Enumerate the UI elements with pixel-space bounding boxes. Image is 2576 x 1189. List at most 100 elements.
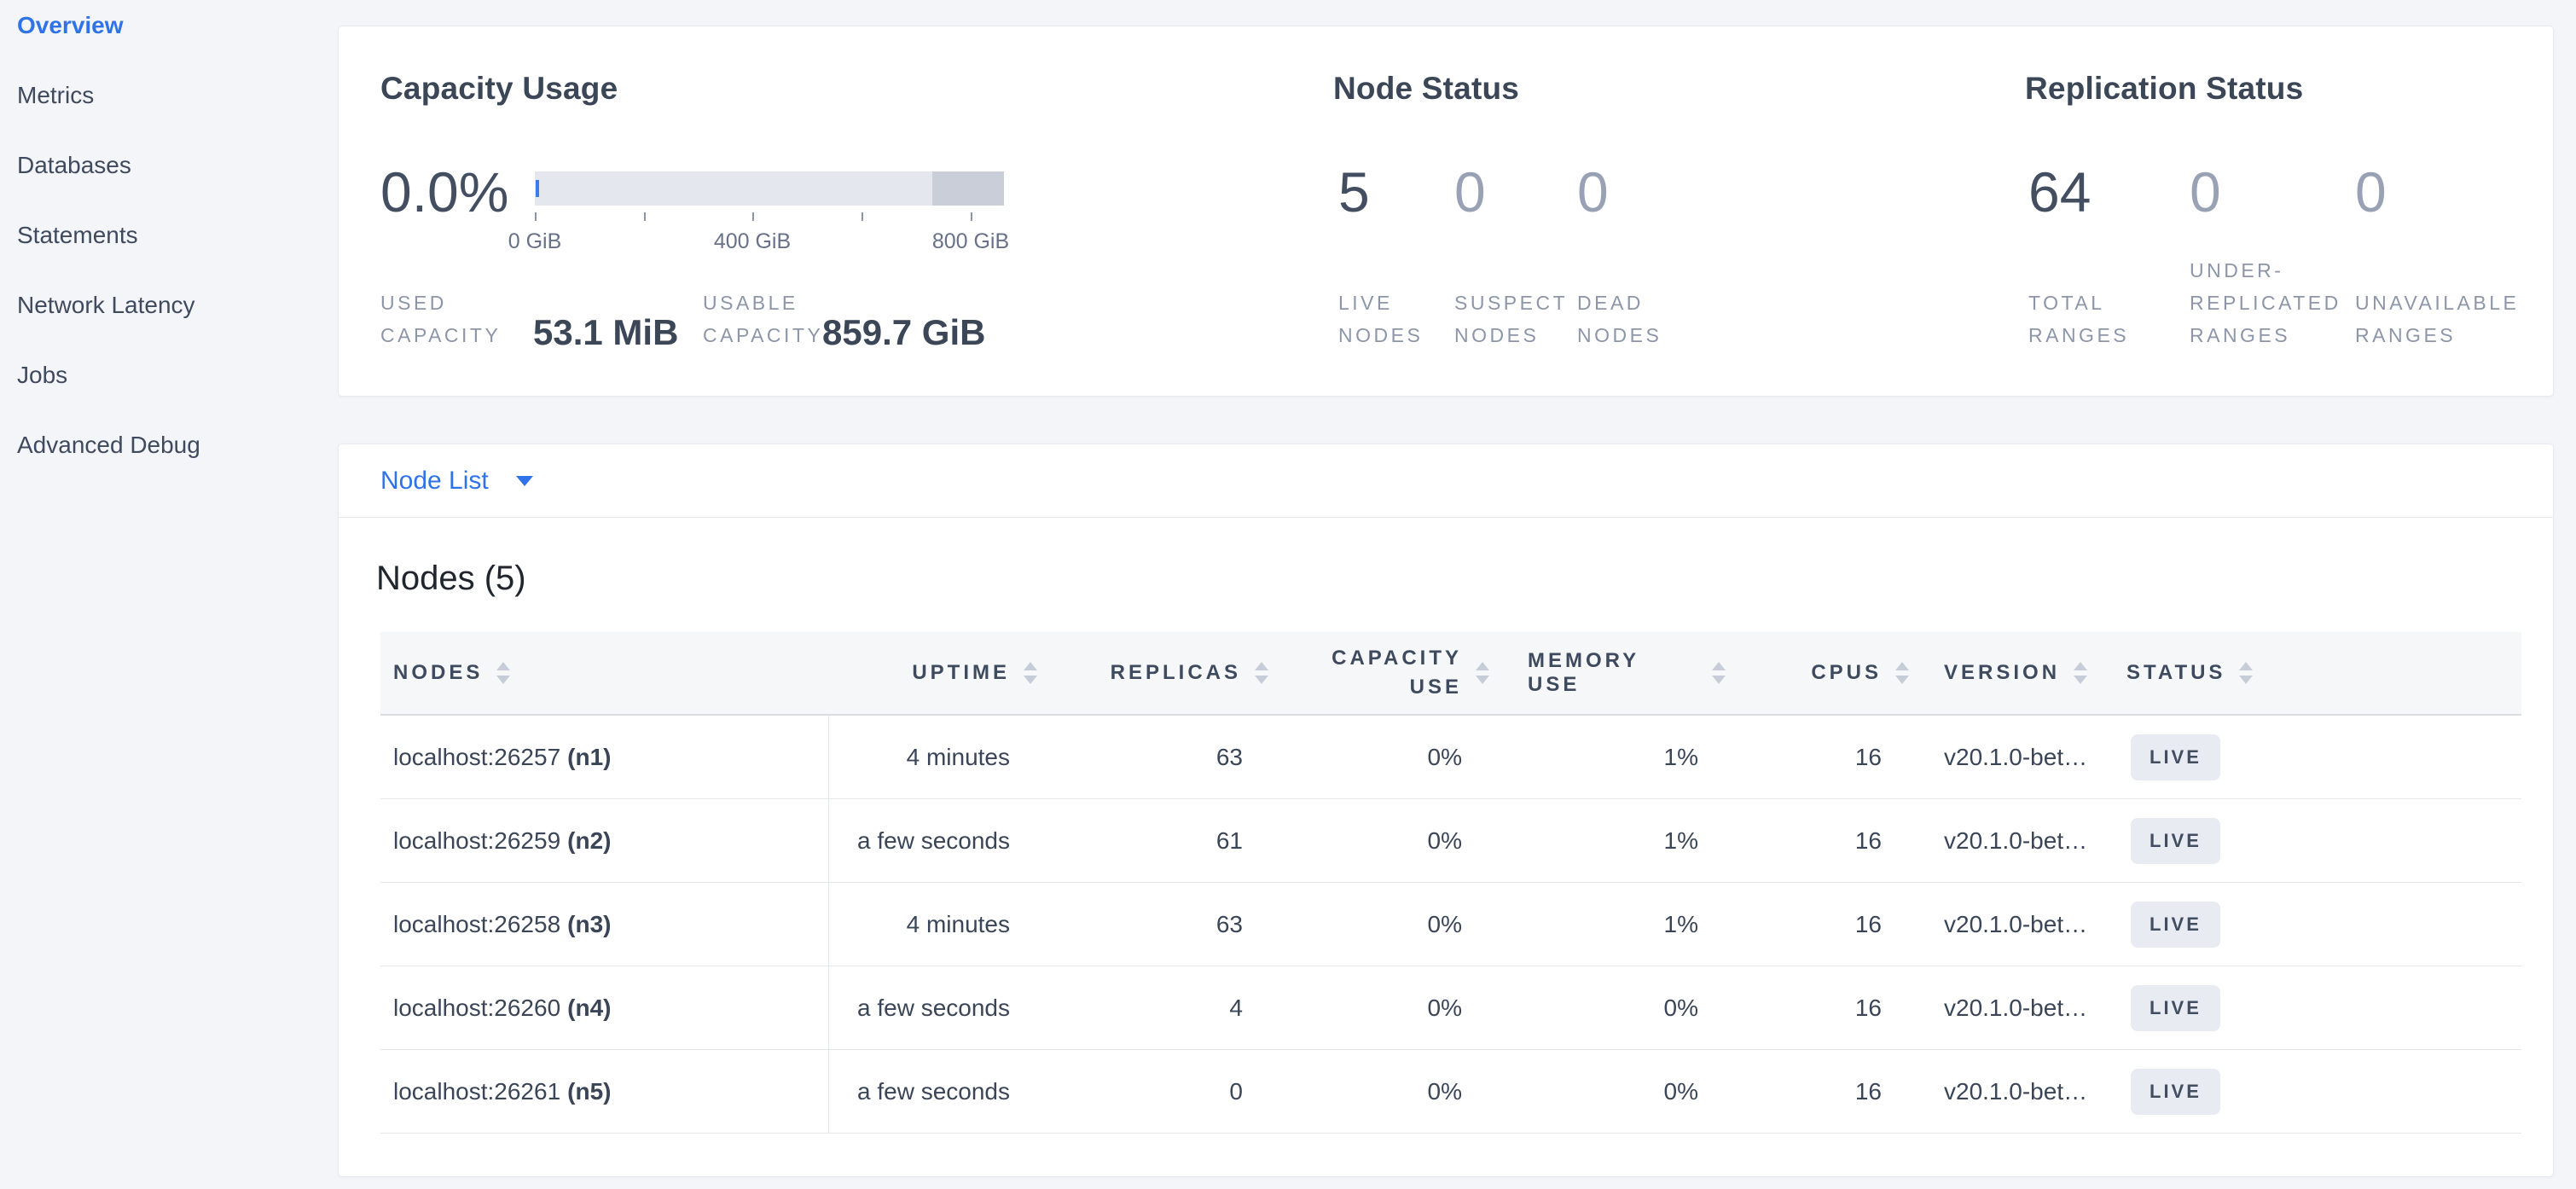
sort-up-arrow-icon — [1476, 662, 1489, 670]
sort-icon — [1255, 662, 1268, 684]
sort-up-arrow-icon — [1255, 662, 1268, 670]
sidebar-item-statements[interactable]: Statements — [0, 222, 338, 292]
node-address[interactable]: localhost:26259 — [393, 827, 560, 855]
sort-down-arrow-icon — [496, 676, 510, 684]
capacity-usage-bar — [535, 171, 1004, 206]
nodes-table: NODES UPTIME REPLICAS CAPACITY USEMEMORY US… — [380, 632, 2521, 1134]
capacity-axis-tick — [752, 212, 754, 221]
sort-icon — [1024, 662, 1037, 684]
sort-up-arrow-icon — [2239, 662, 2253, 670]
cell-memory-use: 1% — [1528, 716, 1760, 798]
cell-cpus: 16 — [1760, 1050, 1944, 1133]
status-badge: LIVE — [2131, 1069, 2220, 1115]
column-header-uptime[interactable]: UPTIME — [829, 632, 1037, 714]
cell-memory-use: 1% — [1528, 883, 1760, 966]
cell-cpus: 16 — [1760, 799, 1944, 882]
cell-version: v20.1.0-bet… — [1944, 1050, 2126, 1133]
sort-up-arrow-icon — [1712, 662, 1726, 670]
table-row[interactable]: localhost:26258(n3)4 minutes630%1%16v20.… — [380, 883, 2521, 966]
under-replicated-ranges-label: UNDER-REPLICATED RANGES — [2190, 254, 2352, 351]
column-header-label: REPLICAS — [1111, 661, 1241, 685]
sort-down-arrow-icon — [1255, 676, 1268, 684]
sidebar-item-jobs[interactable]: Jobs — [0, 362, 338, 432]
cell-memory-use: 0% — [1528, 1050, 1760, 1133]
capacity-axis-tick-label: 0 GiB — [475, 229, 595, 254]
node-id: (n1) — [567, 744, 611, 771]
capacity-axis-tick-label: 800 GiB — [911, 229, 1030, 254]
capacity-stat-value-used-capacity: 53.1 MiB — [533, 312, 678, 353]
cell-uptime: a few seconds — [829, 966, 1037, 1049]
column-header-cpus[interactable]: CPUS — [1760, 632, 1944, 714]
capacity-axis-tick — [971, 212, 972, 221]
sort-icon — [496, 662, 510, 684]
sidebar-item-metrics[interactable]: Metrics — [0, 82, 338, 152]
sort-down-arrow-icon — [1476, 676, 1489, 684]
node-address[interactable]: localhost:26257 — [393, 744, 560, 771]
node-address[interactable]: localhost:26258 — [393, 911, 560, 938]
sidebar-item-databases[interactable]: Databases — [0, 152, 338, 222]
replication-status-title: Replication Status — [2025, 71, 2303, 107]
sort-down-arrow-icon — [1895, 676, 1909, 684]
sidebar-item-overview[interactable]: Overview — [0, 12, 338, 82]
column-header-label: UPTIME — [912, 661, 1010, 685]
table-row[interactable]: localhost:26260(n4)a few seconds40%0%16v… — [380, 966, 2521, 1050]
sort-icon — [2239, 662, 2253, 684]
cell-replicas: 63 — [1037, 716, 1268, 798]
live-nodes-label: LIVE NODES — [1338, 287, 1428, 351]
cell-status: LIVE — [2126, 966, 2521, 1049]
status-badge: LIVE — [2131, 902, 2220, 948]
cell-version: v20.1.0-bet… — [1944, 716, 2126, 798]
column-header-status[interactable]: STATUS — [2126, 632, 2521, 714]
sort-down-arrow-icon — [1712, 676, 1726, 684]
capacity-stat-label-used-capacity: USED CAPACITY — [380, 287, 517, 351]
unavailable-ranges-label: UNAVAILABLE RANGES — [2355, 287, 2543, 351]
cell-version: v20.1.0-bet… — [1944, 883, 2126, 966]
sort-down-arrow-icon — [1024, 676, 1037, 684]
column-header-memory-use[interactable]: MEMORY USE — [1528, 632, 1760, 714]
column-header-capacity-use[interactable]: CAPACITY USE — [1268, 632, 1528, 714]
under-replicated-ranges-count: 0 — [2190, 161, 2221, 223]
table-row[interactable]: localhost:26259(n2)a few seconds610%1%16… — [380, 799, 2521, 883]
capacity-axis-tick-label: 400 GiB — [693, 229, 812, 254]
cell-memory-use: 0% — [1528, 966, 1760, 1049]
column-header-replicas[interactable]: REPLICAS — [1037, 632, 1268, 714]
node-address[interactable]: localhost:26261 — [393, 1078, 560, 1105]
capacity-used-percent: 0.0% — [380, 161, 508, 223]
cell-address: localhost:26260 (n4) — [380, 966, 829, 1049]
column-header-address[interactable]: NODES — [380, 632, 829, 714]
cell-replicas: 0 — [1037, 1050, 1268, 1133]
capacity-usage-title: Capacity Usage — [380, 71, 618, 107]
cell-address: localhost:26258(n3) — [380, 883, 829, 966]
total-ranges-count: 64 — [2028, 161, 2091, 223]
node-id: (n2) — [567, 827, 611, 855]
cell-uptime: 4 minutes — [829, 883, 1037, 966]
cell-address: localhost:26259(n2) — [380, 799, 829, 882]
node-address[interactable]: localhost:26260 — [393, 995, 560, 1022]
cell-capacity-use: 0% — [1268, 1050, 1528, 1133]
column-header-version[interactable]: VERSION — [1944, 632, 2126, 714]
sidebar-item-advanced-debug[interactable]: Advanced Debug — [0, 432, 338, 502]
node-list-card: Node List Nodes (5) NODESUPTIMEREPLICASC… — [338, 444, 2554, 1177]
live-nodes-count: 5 — [1338, 161, 1370, 223]
sort-up-arrow-icon — [2074, 662, 2087, 670]
sort-down-arrow-icon — [2239, 676, 2253, 684]
suspect-nodes-label: SUSPECT NODES — [1454, 287, 1569, 351]
table-row[interactable]: localhost:26261(n5)a few seconds00%0%16v… — [380, 1050, 2521, 1134]
node-id: (n4) — [567, 995, 611, 1022]
sort-icon — [1476, 662, 1489, 684]
column-header-label: NODES — [393, 661, 483, 685]
capacity-bar-used-segment — [536, 180, 539, 197]
sidebar-item-network-latency[interactable]: Network Latency — [0, 292, 338, 362]
cell-cpus: 16 — [1760, 716, 1944, 798]
cell-status: LIVE — [2126, 716, 2521, 798]
status-badge: LIVE — [2131, 985, 2220, 1031]
sort-icon — [2074, 662, 2087, 684]
cell-uptime: a few seconds — [829, 799, 1037, 882]
cell-address: localhost:26261(n5) — [380, 1050, 829, 1133]
cell-capacity-use: 0% — [1268, 716, 1528, 798]
table-row[interactable]: localhost:26257(n1)4 minutes630%1%16v20.… — [380, 716, 2521, 799]
node-list-dropdown[interactable]: Node List — [339, 444, 2553, 518]
cell-cpus: 16 — [1760, 966, 1944, 1049]
nodes-table-header: NODES UPTIME REPLICAS CAPACITY USEMEMORY US… — [380, 632, 2521, 716]
dead-nodes-count: 0 — [1577, 161, 1609, 223]
